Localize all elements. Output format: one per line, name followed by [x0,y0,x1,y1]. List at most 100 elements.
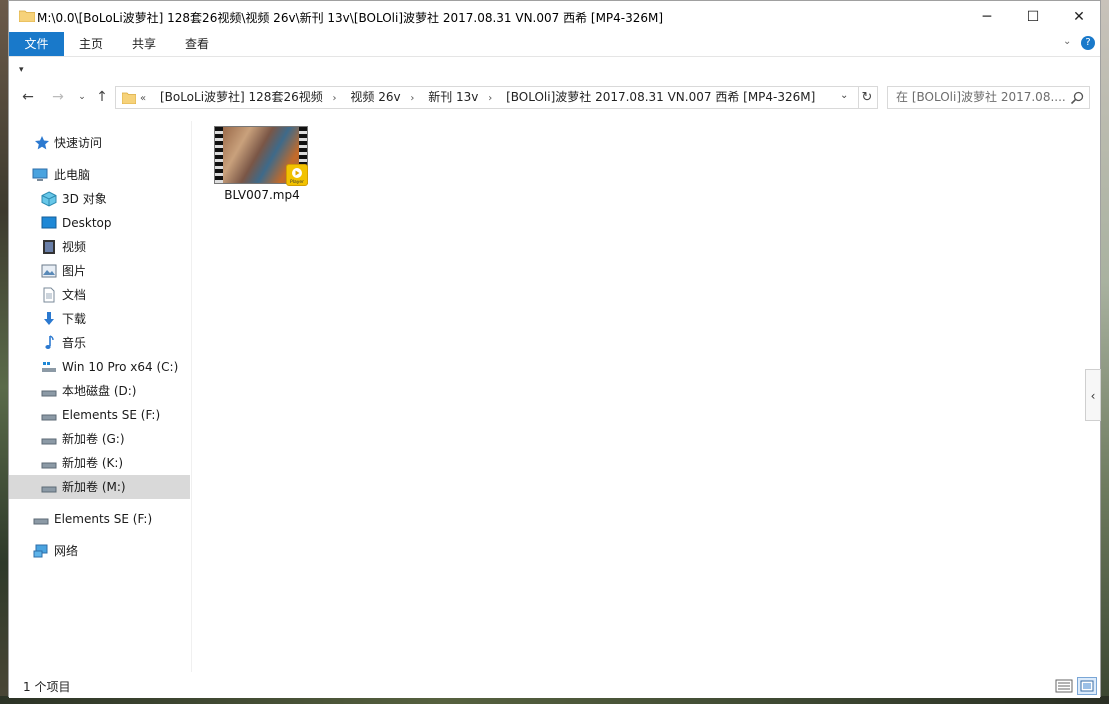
customize-toolbar-icon[interactable]: ▾ [19,65,24,75]
drive-icon [41,486,57,493]
explorer-window: M:\0.0\[BoLoLi波萝社] 128套26视频\视频 26v\新刊 13… [8,0,1101,698]
download-icon [44,312,54,325]
item-count: 1 个项目 [23,680,71,694]
sidebar-item-drive-m[interactable]: 新加卷 (M:) [9,475,190,499]
navigation-pane: 快速访问 此电脑 3D 对象 Desktop 视频 图片 文档 下载 音乐 Wi… [9,121,192,672]
sidebar-item-label: 新加卷 (G:) [62,432,125,446]
file-name: BLV007.mp4 [224,188,300,202]
tiles-icon [1080,680,1094,692]
sidebar-item-music[interactable]: 音乐 [9,331,190,355]
sidebar-item-drive-c[interactable]: Win 10 Pro x64 (C:) [9,355,190,379]
sidebar-item-drive-g[interactable]: 新加卷 (G:) [9,427,190,451]
sidebar-item-drive-d[interactable]: 本地磁盘 (D:) [9,379,190,403]
cube-icon [41,191,57,207]
address-bar[interactable]: « [BoLoLi波萝社] 128套26视频 › 视频 26v › 新刊 13v… [115,86,859,109]
sidebar-item-label: 新加卷 (K:) [62,456,124,470]
computer-icon [32,168,48,181]
picture-icon [41,264,57,278]
sidebar-item-label: Desktop [62,216,112,230]
close-button[interactable]: ✕ [1056,1,1102,32]
ribbon-expand-icon[interactable]: ⌄ [1063,36,1071,47]
network-icon [33,544,48,558]
title-bar[interactable]: M:\0.0\[BoLoLi波萝社] 128套26视频\视频 26v\新刊 13… [9,1,1100,32]
search-icon[interactable] [1070,91,1084,105]
tab-file[interactable]: 文件 [9,32,64,56]
music-icon [45,335,54,349]
breadcrumb-overflow[interactable]: « [140,93,146,104]
breadcrumb-separator[interactable]: › [488,93,492,104]
window-title: M:\0.0\[BoLoLi波萝社] 128套26视频\视频 26v\新刊 13… [37,11,664,25]
up-button[interactable]: ↑ [93,88,111,106]
sidebar-item-videos[interactable]: 视频 [9,235,190,259]
sidebar-item-pictures[interactable]: 图片 [9,259,190,283]
breadcrumb-item[interactable]: 视频 26v [350,90,400,104]
sidebar-item-label: 此电脑 [54,168,91,182]
file-item[interactable]: Player BLV007.mp4 [214,126,310,206]
folder-icon [122,92,136,104]
desktop-icon [41,216,57,229]
sidebar-item-label: 文档 [62,288,87,302]
sidebar-item-this-pc[interactable]: 此电脑 [9,163,190,187]
search-input[interactable]: 在 [BOLOli]波萝社 2017.08.... [896,87,1066,108]
breadcrumb: « [BoLoLi波萝社] 128套26视频 › 视频 26v › 新刊 13v… [140,87,821,108]
breadcrumb-item[interactable]: [BOLOli]波萝社 2017.08.31 VN.007 西希 [MP4-32… [506,90,815,104]
sidebar-item-label: 下载 [62,312,87,326]
sidebar-item-desktop[interactable]: Desktop [9,211,190,235]
sidebar-item-3d-objects[interactable]: 3D 对象 [9,187,190,211]
recent-locations-button[interactable]: ⌄ [73,88,91,106]
back-button[interactable]: ← [19,88,37,106]
details-view-icon[interactable] [1055,678,1073,694]
quick-access-toolbar: ▾ [9,56,1100,82]
address-dropdown-icon[interactable]: ⌄ [840,90,848,101]
sidebar-item-network[interactable]: 网络 [9,539,190,563]
video-icon [43,240,55,254]
help-icon[interactable]: ? [1081,36,1095,50]
sidebar-item-drive-f[interactable]: Elements SE (F:) [9,403,190,427]
sidebar-item-elements-se[interactable]: Elements SE (F:) [9,507,190,531]
file-list: Player BLV007.mp4 [194,121,1100,672]
desktop-background-right [1101,0,1109,704]
sidebar-item-label: 视频 [62,240,87,254]
play-icon: Player [290,168,304,185]
sidebar-item-label: Elements SE (F:) [62,408,161,422]
ribbon-tabs: 文件 主页 共享 查看 ⌄ ? [9,32,1100,56]
status-bar: 1 个项目 [9,674,1100,698]
film-strip-left [215,127,223,183]
player-badge-label: Player [290,179,304,185]
forward-button[interactable]: → [49,88,67,106]
drive-icon [41,462,57,469]
folder-icon [19,10,35,22]
sidebar-item-label: 图片 [62,264,87,278]
sidebar-item-drive-k[interactable]: 新加卷 (K:) [9,451,190,475]
sidebar-item-quick-access[interactable]: 快速访问 [9,131,190,155]
sidebar-item-downloads[interactable]: 下载 [9,307,190,331]
refresh-button[interactable]: ↻ [857,86,878,109]
tab-home[interactable]: 主页 [69,32,113,56]
sidebar-item-label: 网络 [54,544,79,558]
sidebar-item-documents[interactable]: 文档 [9,283,190,307]
search-box[interactable]: 在 [BOLOli]波萝社 2017.08.... [887,86,1090,109]
drive-icon [41,438,57,445]
sidebar-item-label: 新加卷 (M:) [62,480,126,494]
player-badge-icon: Player [286,164,308,186]
large-icons-view-icon[interactable] [1077,677,1097,695]
minimize-button[interactable]: ─ [964,1,1010,32]
tab-share[interactable]: 共享 [122,32,166,56]
sidebar-item-label: Win 10 Pro x64 (C:) [62,360,179,374]
sidebar-item-label: 3D 对象 [62,192,107,206]
sidebar-item-label: 快速访问 [54,136,103,150]
drive-icon [41,414,57,421]
preview-pane-toggle[interactable]: ‹ [1085,369,1101,421]
drive-icon [33,518,49,525]
drive-icon [41,390,57,397]
breadcrumb-item[interactable]: 新刊 13v [428,90,478,104]
sidebar-item-label: Elements SE (F:) [54,512,153,526]
sidebar-item-label: 音乐 [62,336,87,350]
breadcrumb-item[interactable]: [BoLoLi波萝社] 128套26视频 [160,90,323,104]
tab-view[interactable]: 查看 [175,32,219,56]
breadcrumb-separator[interactable]: › [410,93,414,104]
desktop-background-left [0,0,8,704]
breadcrumb-separator[interactable]: › [333,93,337,104]
document-icon [43,287,55,303]
maximize-button[interactable]: ☐ [1010,1,1056,32]
